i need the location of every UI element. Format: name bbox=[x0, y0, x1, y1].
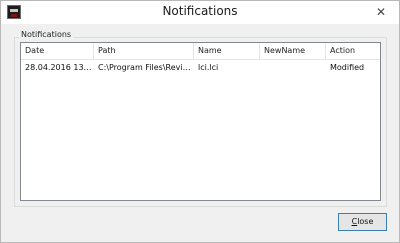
column-header-newname[interactable]: NewName bbox=[260, 43, 326, 59]
notifications-list[interactable]: Date Path Name NewName Action 28.04.2016… bbox=[20, 42, 381, 201]
notifications-window: Notifications ✕ Notifications Date Path … bbox=[0, 0, 400, 243]
close-button[interactable]: Close bbox=[338, 213, 387, 231]
close-label: lose bbox=[357, 217, 374, 226]
list-row[interactable]: 28.04.2016 13:45:06 C:\Program Files\Rev… bbox=[21, 61, 380, 75]
column-header-path[interactable]: Path bbox=[94, 43, 194, 59]
window-title: Notifications bbox=[162, 4, 238, 18]
column-header-action[interactable]: Action bbox=[326, 43, 380, 59]
cell-newname bbox=[260, 61, 326, 75]
list-header: Date Path Name NewName Action bbox=[21, 43, 380, 60]
column-header-name[interactable]: Name bbox=[194, 43, 260, 59]
cell-date: 28.04.2016 13:45:06 bbox=[25, 63, 94, 72]
cell-path: C:\Program Files\ReviverS... bbox=[98, 63, 194, 72]
column-header-date[interactable]: Date bbox=[21, 43, 94, 59]
close-icon[interactable]: ✕ bbox=[369, 3, 393, 21]
title-bar[interactable]: Notifications ✕ bbox=[1, 1, 399, 24]
groupbox-label: Notifications bbox=[19, 30, 74, 39]
cell-action: Modified bbox=[330, 63, 365, 72]
cell-name: lci.lci bbox=[198, 63, 219, 72]
